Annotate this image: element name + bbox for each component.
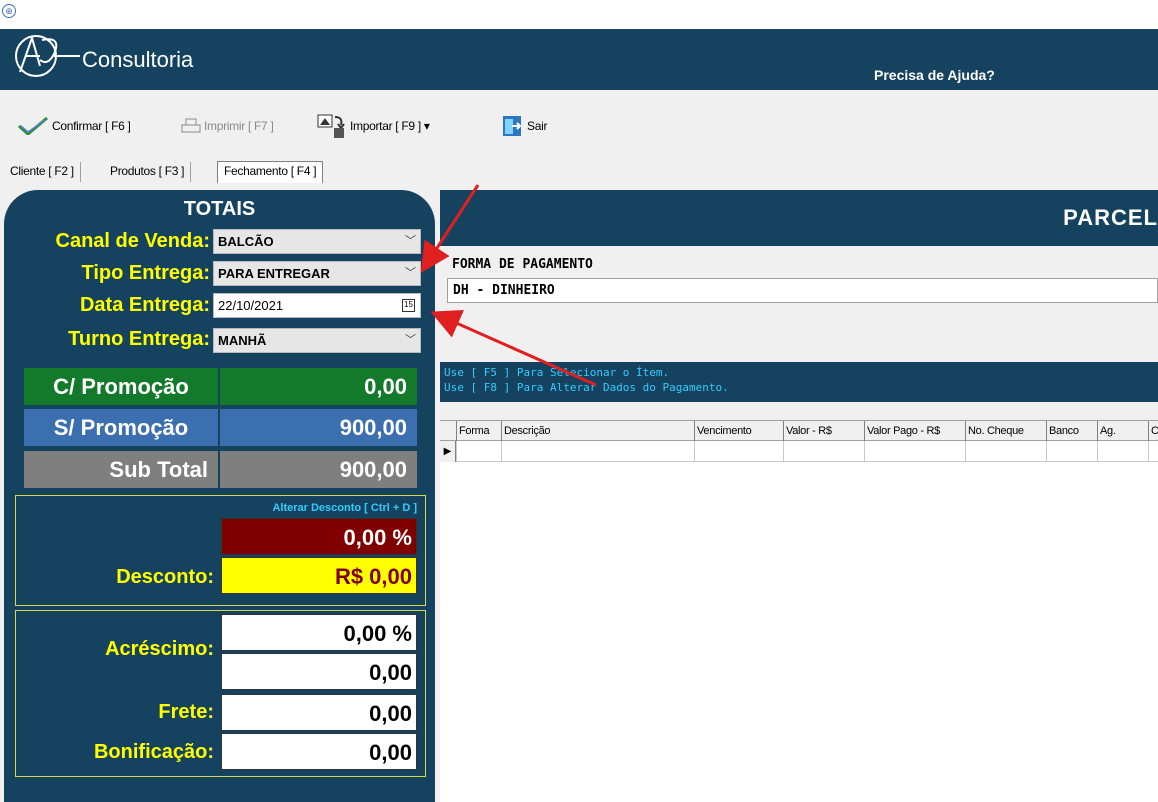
chevron-down-icon: ﹀	[405, 267, 416, 279]
chevron-down-icon: ﹀	[405, 235, 416, 247]
frete-value[interactable]: 0,00	[221, 694, 417, 731]
col-header-forma[interactable]: Forma	[456, 421, 501, 441]
print-label: Imprimir [ F7 ]	[204, 119, 274, 133]
import-button[interactable]: Importar [ F9 ] ▾	[317, 112, 430, 140]
chevron-down-icon: ﹀	[405, 334, 416, 346]
exit-label: Sair	[527, 119, 548, 133]
turno-entrega-value: MANHÃ	[218, 333, 267, 348]
totais-panel: TOTAIS Canal de Venda: BALCÃO ﹀ Tipo Ent…	[4, 190, 435, 802]
cell-banco[interactable]	[1046, 441, 1097, 462]
table-row[interactable]: ▶	[440, 441, 1158, 462]
col-header-descricao[interactable]: Descrição	[501, 421, 694, 441]
hint-bar: Use [ F5 ] Para Selecionar o Ítem. Use […	[440, 362, 1158, 402]
col-header-c[interactable]: C	[1148, 421, 1158, 441]
cell-ag[interactable]	[1097, 441, 1148, 462]
import-icon	[317, 114, 345, 138]
com-promocao-value: 0,00	[220, 368, 417, 405]
tipo-entrega-value: PARA ENTREGAR	[218, 266, 330, 281]
forma-pagamento-label: FORMA DE PAGAMENTO	[452, 257, 593, 272]
cell-c[interactable]	[1148, 441, 1158, 462]
parcelas-header: PARCEL	[440, 190, 1158, 246]
tab-fechamento[interactable]: Fechamento [ F4 ]	[217, 161, 324, 183]
parcelas-grid[interactable]: Forma Descrição Vencimento Valor - R$ Va…	[440, 402, 1158, 802]
forma-pagamento-field[interactable]: DH - DINHEIRO	[447, 278, 1158, 303]
data-entrega-value: 22/10/2021	[218, 298, 284, 313]
canal-venda-label: Canal de Venda:	[55, 230, 211, 252]
desconto-value[interactable]: R$ 0,00	[221, 557, 417, 594]
desconto-box: Alterar Desconto [ Ctrl + D ] 0,00 % Des…	[15, 495, 426, 606]
import-label: Importar [ F9 ] ▾	[350, 119, 430, 133]
cell-valor[interactable]	[783, 441, 864, 462]
app-header: Consultoria Precisa de Ajuda?	[0, 29, 1158, 90]
tab-bar: Cliente [ F2 ] Produtos [ F3 ] Fechament…	[0, 158, 1158, 185]
confirm-label: Confirmar [ F6 ]	[52, 119, 131, 133]
grid-header: Forma Descrição Vencimento Valor - R$ Va…	[440, 420, 1158, 441]
tipo-entrega-select[interactable]: PARA ENTREGAR ﹀	[213, 261, 421, 286]
sub-total-label: Sub Total	[24, 451, 218, 488]
col-header-no-cheque[interactable]: No. Cheque	[965, 421, 1046, 441]
confirm-button[interactable]: Confirmar [ F6 ]	[17, 112, 131, 140]
totais-title: TOTAIS	[183, 198, 256, 220]
canal-venda-select[interactable]: BALCÃO ﹀	[213, 229, 421, 254]
tab-produtos[interactable]: Produtos [ F3 ]	[104, 162, 192, 182]
hint-select-item: Use [ F5 ] Para Selecionar o Ítem.	[444, 366, 670, 379]
cell-vencimento[interactable]	[694, 441, 783, 462]
frete-label: Frete:	[158, 701, 214, 723]
toolbar: Confirmar [ F6 ] Imprimir [ F7 ] Importa…	[0, 90, 1158, 158]
com-promocao-label: C/ Promoção	[24, 368, 218, 405]
acrescimo-value[interactable]: 0,00	[221, 653, 417, 690]
sem-promocao-label: S/ Promoção	[24, 409, 218, 446]
bonificacao-value[interactable]: 0,00	[221, 733, 417, 770]
row-indicator-icon: ▶	[440, 441, 456, 462]
tipo-entrega-label: Tipo Entrega:	[81, 262, 210, 284]
col-header-vencimento[interactable]: Vencimento	[694, 421, 783, 441]
sem-promocao-value: 900,00	[220, 409, 417, 446]
col-header-valor[interactable]: Valor - R$	[783, 421, 864, 441]
acrescimo-percent[interactable]: 0,00 %	[221, 614, 417, 651]
hint-alter-payment: Use [ F8 ] Para Alterar Dados do Pagamen…	[444, 381, 729, 394]
sub-total-value: 900,00	[220, 451, 417, 488]
cell-forma[interactable]	[456, 441, 501, 462]
printer-icon	[181, 118, 201, 133]
logo-mark-icon	[15, 34, 80, 77]
grid-top-spacer	[440, 402, 1158, 420]
acrescimo-box: 0,00 % Acréscimo: 0,00 Frete: 0,00 Bonif…	[15, 610, 426, 777]
data-entrega-input[interactable]: 22/10/2021 15	[213, 293, 421, 318]
acrescimo-label: Acréscimo:	[105, 638, 214, 660]
col-header-valor-pago[interactable]: Valor Pago - R$	[864, 421, 965, 441]
col-header-banco[interactable]: Banco	[1046, 421, 1097, 441]
tab-cliente[interactable]: Cliente [ F2 ]	[4, 162, 81, 182]
canal-venda-value: BALCÃO	[218, 234, 274, 249]
calendar-icon[interactable]: 15	[402, 299, 415, 312]
data-entrega-label: Data Entrega:	[79, 294, 210, 316]
col-header-ag[interactable]: Ag.	[1097, 421, 1148, 441]
checkmark-icon	[18, 117, 48, 135]
exit-door-icon	[503, 116, 522, 136]
cell-descricao[interactable]	[501, 441, 694, 462]
exit-button[interactable]: Sair	[502, 112, 547, 140]
print-button[interactable]: Imprimir [ F7 ]	[181, 112, 274, 140]
parcelas-title: PARCEL	[1063, 205, 1158, 230]
app-icon: ⊕	[2, 4, 16, 18]
desconto-percent[interactable]: 0,00 %	[221, 518, 417, 555]
turno-entrega-select[interactable]: MANHÃ ﹀	[213, 328, 421, 353]
bonificacao-label: Bonificação:	[93, 741, 214, 763]
turno-entrega-label: Turno Entrega:	[68, 328, 210, 350]
cell-no-cheque[interactable]	[965, 441, 1046, 462]
cell-valor-pago[interactable]	[864, 441, 965, 462]
desconto-label: Desconto:	[116, 566, 214, 588]
logo-text: Consultoria	[82, 47, 194, 72]
alter-desconto-link[interactable]: Alterar Desconto [ Ctrl + D ]	[272, 502, 417, 514]
help-link[interactable]: Precisa de Ajuda?	[874, 67, 995, 83]
